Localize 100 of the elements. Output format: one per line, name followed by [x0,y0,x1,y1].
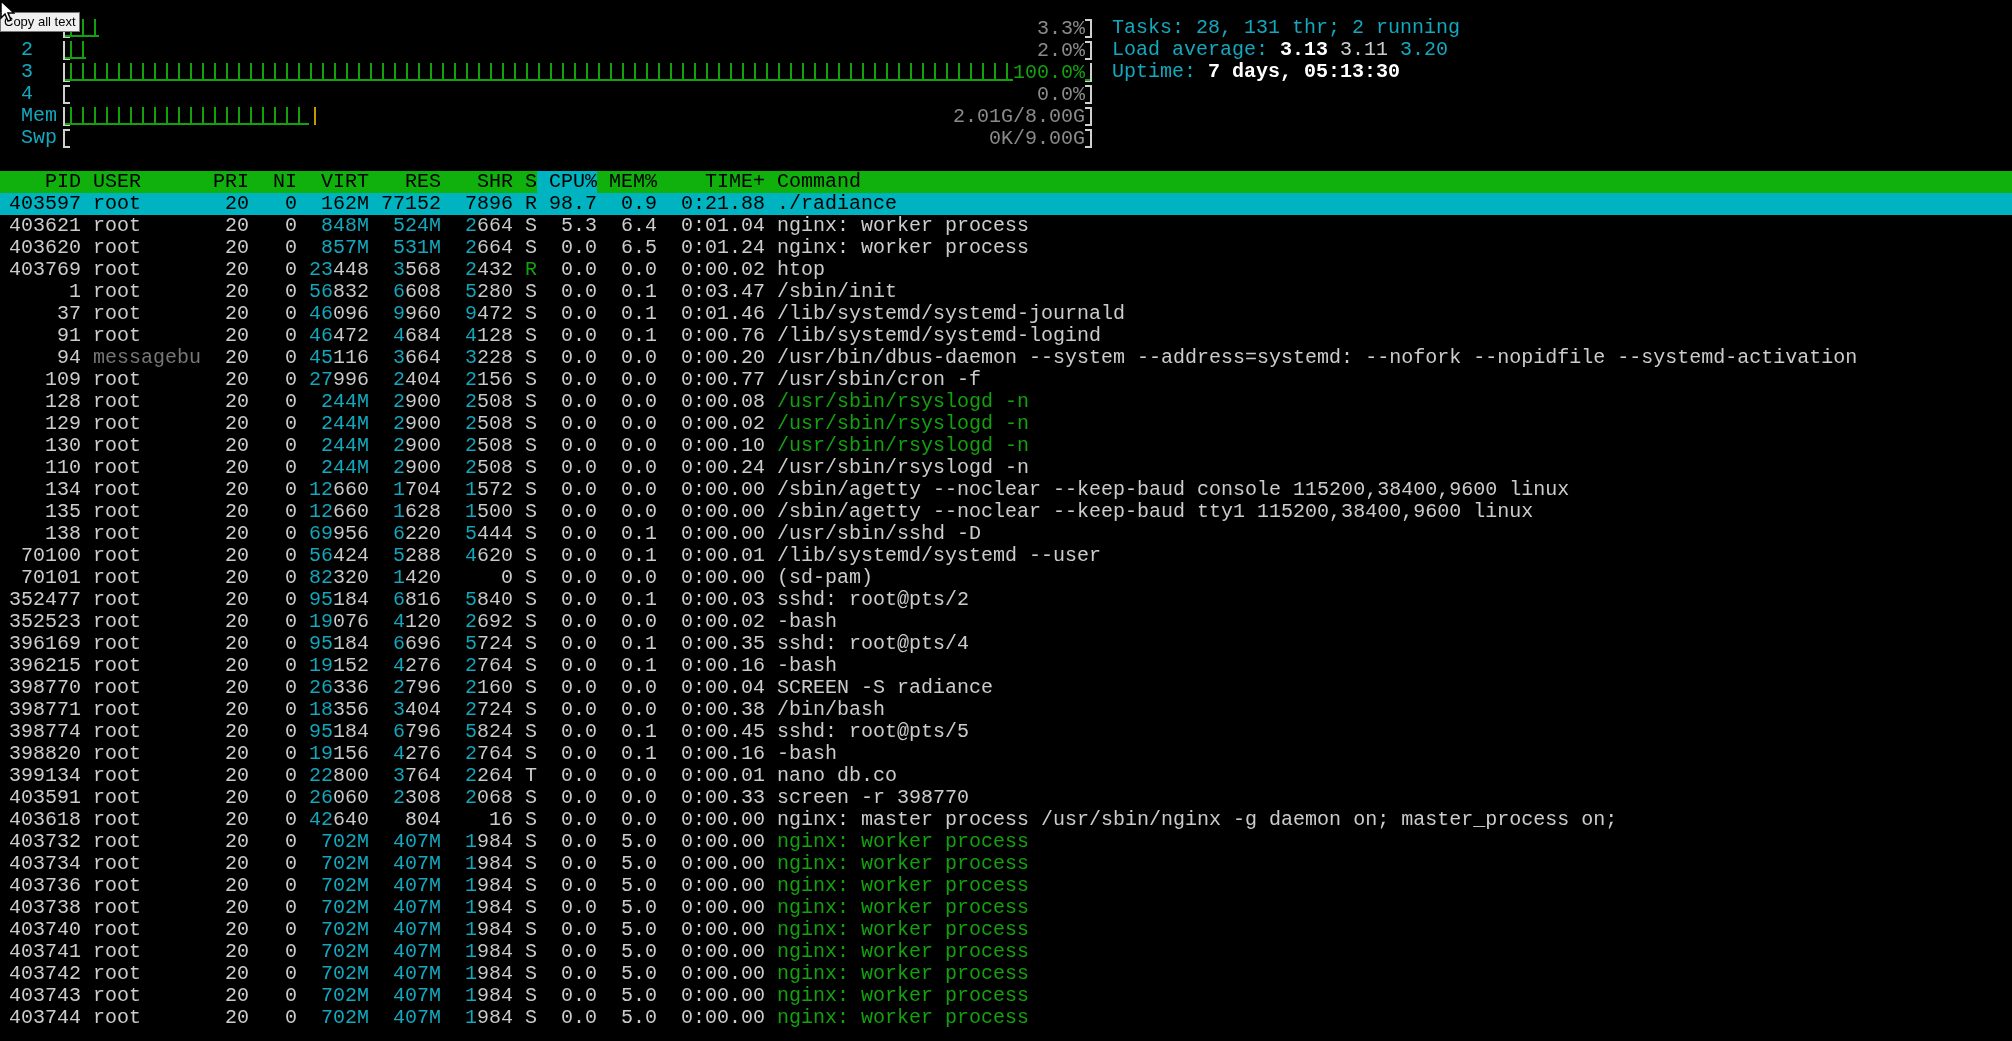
process-row[interactable]: 94 messagebu 20 0 45116 3664 3228 S 0.0 0.0 0:00.20 /usr/bin/dbus-daemon --system --address=systemd: --nofork --nopidfile --systemd-activation [0,347,2012,369]
column-header[interactable]: VIRT [297,171,369,193]
process-row[interactable]: 91 root 20 0 46472 4684 4128 S 0.0 0.1 0:00.76 /lib/systemd/systemd-logind [0,325,2012,347]
process-row[interactable]: 403744 root 20 0 702M 407M 1984 S 0.0 5.0 0:00.00 nginx: worker process [0,1007,2012,1029]
column-header[interactable]: Command [777,171,862,193]
column-header[interactable]: CPU% [537,171,597,193]
table-cell-text: 0.0 [560,809,597,831]
column-header[interactable]: S [513,171,537,193]
table-cell-text: 20 [224,413,249,435]
process-row[interactable]: 403620 root 20 0 857M 531M 2664 S 0.0 6.5 0:01.24 nginx: worker process [0,237,2012,259]
column-header[interactable]: NI [249,171,297,193]
table-cell-text: 0 [284,919,297,941]
table-cell: 398774 [9,721,81,743]
table-cell-text: 5.0 [620,941,657,963]
process-row[interactable]: 403618 root 20 0 42640 804 16 S 0.0 0.0 0:00.00 nginx: master process /usr/sbin/nginx -g daemon on; master_process on; [0,809,2012,831]
process-row[interactable]: 403769 root 20 0 23448 3568 2432 R 0.0 0.0 0:00.02 htop [0,259,2012,281]
table-cell-text: S [524,215,537,237]
column-header[interactable]: USER [93,171,201,193]
column-header[interactable]: SHR [441,171,513,193]
process-row[interactable]: 403742 root 20 0 702M 407M 1984 S 0.0 5.0 0:00.00 nginx: worker process [0,963,2012,985]
table-cell: /usr/bin/dbus-daemon --system --address=systemd: --nofork --nopidfile --systemd-activation [777,347,1858,369]
table-cell: nginx: worker process [777,875,1030,897]
column-header[interactable]: PRI [201,171,249,193]
process-row[interactable]: 1 root 20 0 56832 6608 5280 S 0.0 0.1 0:03.47 /sbin/init [0,281,2012,303]
table-cell-text: S [524,1007,537,1029]
table-cell-text: 0 [284,303,297,325]
table-cell-text: R [524,259,537,281]
process-row[interactable]: 399134 root 20 0 22800 3764 2264 T 0.0 0.0 0:00.01 nano db.co [0,765,2012,787]
process-row[interactable]: 134 root 20 0 12660 1704 1572 S 0.0 0.0 0:00.00 /sbin/agetty --noclear --keep-baud console 115200,38400,9600 linux [0,479,2012,501]
table-cell-text: 109 [44,369,81,391]
process-row[interactable]: 403740 root 20 0 702M 407M 1984 S 0.0 5.0 0:00.00 nginx: worker process [0,919,2012,941]
process-row[interactable]: 70101 root 20 0 82320 1420 0 S 0.0 0.0 0:00.00 (sd-pam) [0,567,2012,589]
table-cell-text: 70100 [20,545,81,567]
table-cell-text: root [93,963,142,985]
table-cell-text: 0.0 [620,259,657,281]
table-cell-text: 407M [392,919,441,941]
table-cell-text: root [93,501,142,523]
process-row[interactable]: 70100 root 20 0 56424 5288 4620 S 0.0 0.1 0:00.01 /lib/systemd/systemd --user [0,545,2012,567]
process-row[interactable]: 109 root 20 0 27996 2404 2156 S 0.0 0.0 0:00.77 /usr/sbin/cron -f [0,369,2012,391]
process-row[interactable]: 403736 root 20 0 702M 407M 1984 S 0.0 5.0 0:00.00 nginx: worker process [0,875,2012,897]
table-cell-text: 0 [284,875,297,897]
process-row[interactable]: 398820 root 20 0 19156 4276 2764 S 0.0 0.1 0:00.16 -bash [0,743,2012,765]
table-cell-text: 0:00.00 [680,919,766,941]
process-row[interactable]: 110 root 20 0 244M 2900 2508 S 0.0 0.0 0:00.24 /usr/sbin/rsyslogd -n [0,457,2012,479]
column-header[interactable]: TIME+ [657,171,766,193]
uptime-value: 7 days, 05:13:30 [1208,60,1401,83]
table-cell-text: R [524,193,537,215]
table-cell-text: 20 [224,501,249,523]
process-row[interactable]: 398770 root 20 0 26336 2796 2160 S 0.0 0.0 0:00.04 SCREEN -S radiance [0,677,2012,699]
process-row[interactable]: 37 root 20 0 46096 9960 9472 S 0.0 0.1 0:01.46 /lib/systemd/systemd-journald [0,303,2012,325]
process-row[interactable]: 403743 root 20 0 702M 407M 1984 S 0.0 5.0 0:00.00 nginx: worker process [0,985,2012,1007]
table-cell: 398771 [9,699,81,721]
process-row[interactable]: 135 root 20 0 12660 1628 1500 S 0.0 0.0 0:00.00 /sbin/agetty --noclear --keep-baud tty1 115200,38400,9600 linux [0,501,2012,523]
column-header[interactable]: MEM% [597,171,657,193]
table-cell-text: 77152 [380,193,441,215]
process-row[interactable]: 129 root 20 0 244M 2900 2508 S 0.0 0.0 0:00.02 /usr/sbin/rsyslogd -n [0,413,2012,435]
table-cell: SCREEN -S radiance [777,677,994,699]
process-row[interactable]: 403597 root 20 0 162M 77152 7896 R 98.7 0.9 0:21.88 ./radiance [0,193,2012,215]
process-row[interactable]: 403621 root 20 0 848M 524M 2664 S 5.3 6.4 0:01.04 nginx: worker process [0,215,2012,237]
table-cell-text: 20 [224,391,249,413]
process-row[interactable]: 352523 root 20 0 19076 4120 2692 S 0.0 0.0 0:00.02 -bash [0,611,2012,633]
table-cell-text: 134 [44,479,81,501]
table-cell-text: 0:00.16 [680,743,766,765]
process-row[interactable]: 403732 root 20 0 702M 407M 1984 S 0.0 5.0 0:00.00 nginx: worker process [0,831,2012,853]
table-cell-text: S [524,391,537,413]
table-cell-text: 0:00.00 [680,985,766,1007]
process-row[interactable]: 130 root 20 0 244M 2900 2508 S 0.0 0.0 0:00.10 /usr/sbin/rsyslogd -n [0,435,2012,457]
table-cell-text: 5.0 [620,831,657,853]
table-cell: /usr/sbin/rsyslogd -n [777,413,1030,435]
process-row[interactable]: 352477 root 20 0 95184 6816 5840 S 0.0 0.1 0:00.03 sshd: root@pts/2 [0,589,2012,611]
process-row[interactable]: 398771 root 20 0 18356 3404 2724 S 0.0 0.0 0:00.38 /bin/bash [0,699,2012,721]
process-row[interactable]: 398774 root 20 0 95184 6796 5824 S 0.0 0.1 0:00.45 sshd: root@pts/5 [0,721,2012,743]
process-row[interactable]: 396215 root 20 0 19152 4276 2764 S 0.0 0.1 0:00.16 -bash [0,655,2012,677]
table-cell-text: 94 [56,347,81,369]
table-cell-text: S [524,611,537,633]
process-row[interactable]: 128 root 20 0 244M 2900 2508 S 0.0 0.0 0:00.08 /usr/sbin/rsyslogd -n [0,391,2012,413]
table-cell: 403591 [9,787,81,809]
table-cell: nginx: worker process [777,831,1030,853]
table-cell: nginx: worker process [777,853,1030,875]
column-header[interactable]: RES [369,171,441,193]
table-cell-text: 20 [224,919,249,941]
process-row[interactable]: 403591 root 20 0 26060 2308 2068 S 0.0 0.0 0:00.33 screen -r 398770 [0,787,2012,809]
table-cell: 403743 [9,985,81,1007]
table-cell-text: 0:00.00 [680,479,766,501]
column-header[interactable]: PID [9,171,81,193]
process-row[interactable]: 138 root 20 0 69956 6220 5444 S 0.0 0.1 0:00.00 /usr/sbin/sshd -D [0,523,2012,545]
table-cell: nginx: worker process [777,941,1030,963]
table-cell-text: 0.0 [620,369,657,391]
process-row[interactable]: 403738 root 20 0 702M 407M 1984 S 0.0 5.0 0:00.00 nginx: worker process [0,897,2012,919]
table-cell: sshd: root@pts/4 [777,633,970,655]
table-cell-text: 0.0 [560,1007,597,1029]
process-row[interactable]: 396169 root 20 0 95184 6696 5724 S 0.0 0.1 0:00.35 sshd: root@pts/4 [0,633,2012,655]
process-row[interactable]: 403734 root 20 0 702M 407M 1984 S 0.0 5.0 0:00.00 nginx: worker process [0,853,2012,875]
load-value: 3.13 [1280,38,1329,61]
table-cell: /lib/systemd/systemd-journald [777,303,1126,325]
table-cell-text: 0 [284,215,297,237]
table-cell-text: 0.0 [560,259,597,281]
process-row[interactable]: 403741 root 20 0 702M 407M 1984 S 0.0 5.0 0:00.00 nginx: worker process [0,941,2012,963]
table-cell-text: root [93,809,142,831]
table-cell-text: 0 [284,413,297,435]
